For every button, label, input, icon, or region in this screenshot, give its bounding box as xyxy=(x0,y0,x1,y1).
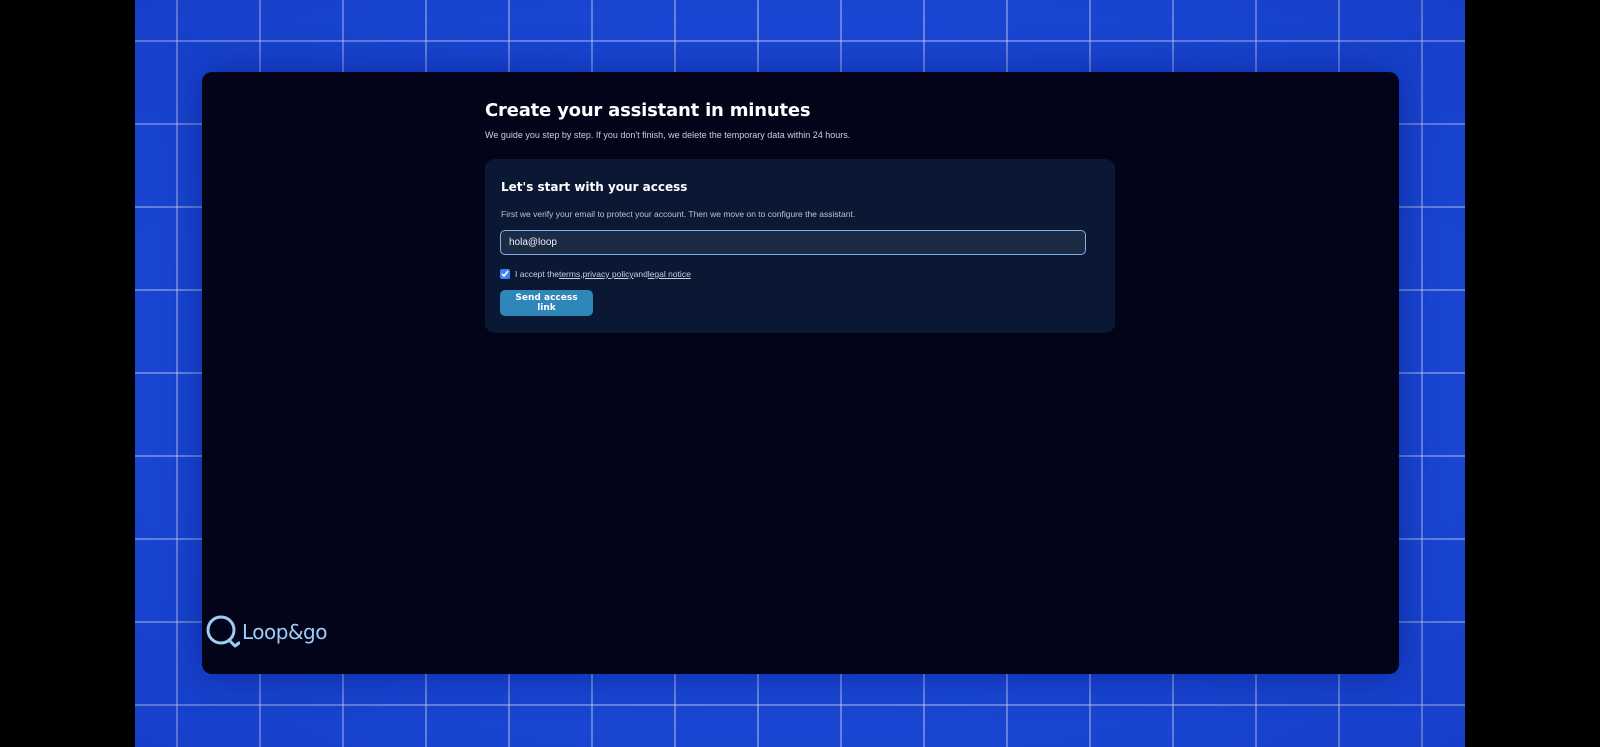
letterbox-right xyxy=(1465,0,1600,747)
consent-conjunction: and xyxy=(633,269,648,279)
email-input[interactable] xyxy=(500,230,1086,255)
consent-checkbox[interactable] xyxy=(500,269,510,279)
legal-notice-link[interactable]: legal notice xyxy=(648,269,691,279)
consent-row: I accept the terms , privacy policy and … xyxy=(500,269,691,279)
consent-prefix: I accept the xyxy=(515,269,559,279)
page-subtitle: We guide you step by step. If you don't … xyxy=(485,130,851,140)
card-description: First we verify your email to protect yo… xyxy=(501,209,856,219)
terms-link[interactable]: terms xyxy=(559,269,580,279)
access-card: Let's start with your access First we ve… xyxy=(485,159,1115,333)
privacy-policy-link[interactable]: privacy policy xyxy=(583,269,634,279)
card-title: Let's start with your access xyxy=(501,180,688,194)
app-window: Create your assistant in minutes We guid… xyxy=(202,72,1399,674)
brand-logo: Loop&go xyxy=(204,613,328,651)
send-access-link-button[interactable]: Send access link xyxy=(500,290,593,316)
letterbox-left xyxy=(0,0,135,747)
loop-icon xyxy=(206,615,240,648)
grid-background: Create your assistant in minutes We guid… xyxy=(135,0,1465,747)
page-title: Create your assistant in minutes xyxy=(485,100,811,121)
brand-name: Loop&go xyxy=(242,620,328,644)
